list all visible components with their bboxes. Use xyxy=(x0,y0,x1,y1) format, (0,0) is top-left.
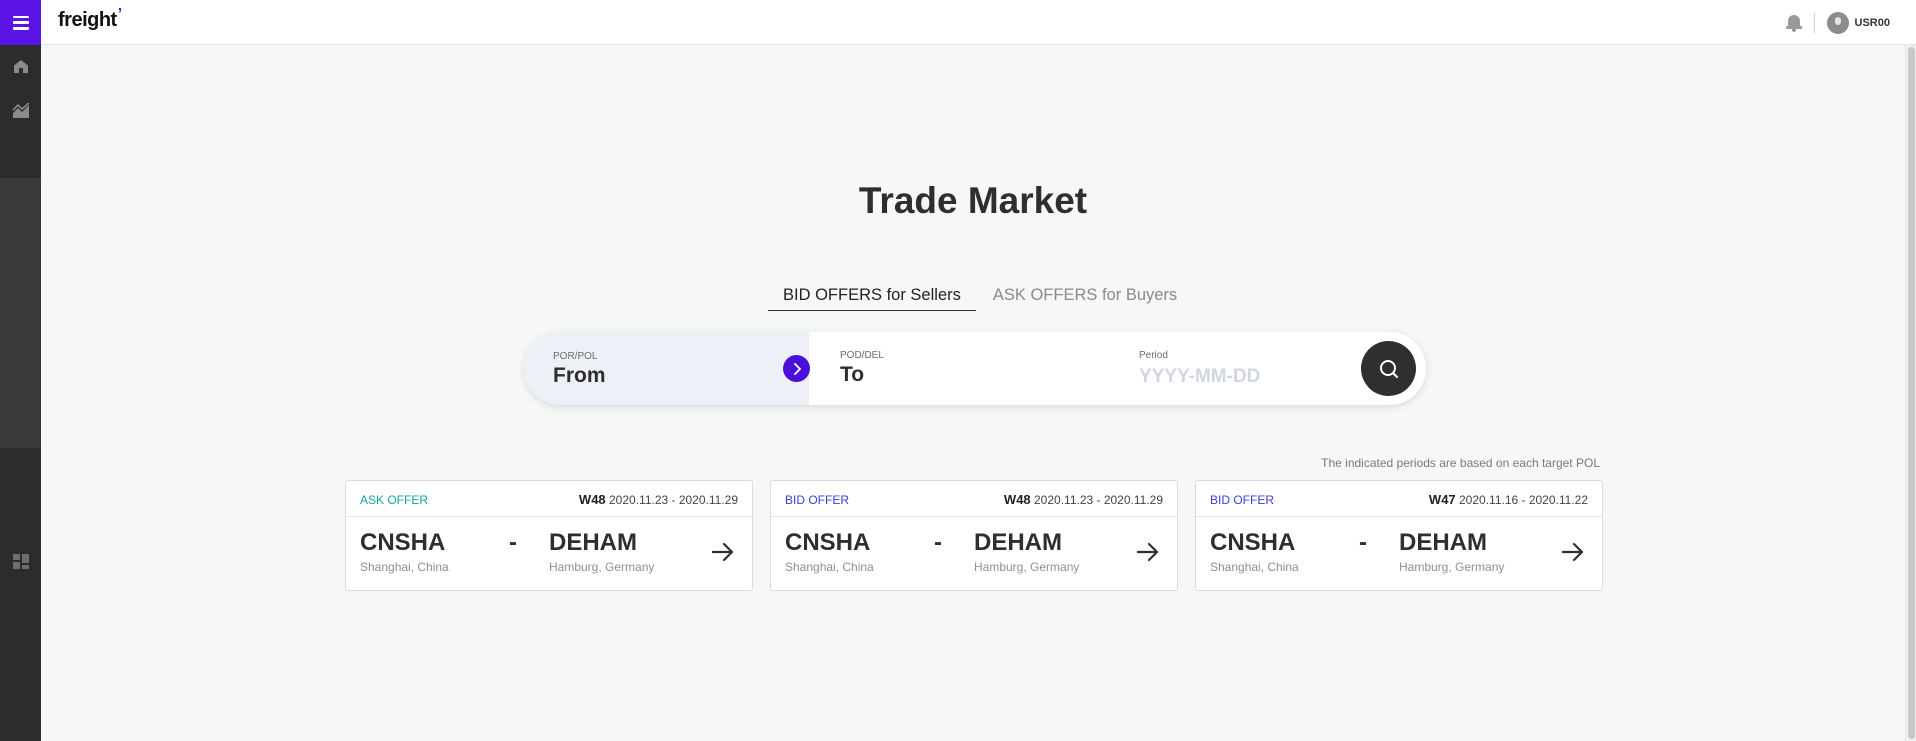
offer-card[interactable]: BID OFFER W48 2020.11.23 - 2020.11.29 CN… xyxy=(770,480,1178,591)
arrow-right-icon[interactable] xyxy=(711,542,734,566)
offer-type: BID OFFER xyxy=(785,493,850,507)
search-icon[interactable] xyxy=(1361,341,1416,396)
home-icon[interactable] xyxy=(0,51,41,81)
destination-city: Hamburg, Germany xyxy=(1399,560,1505,574)
scrollbar[interactable] xyxy=(1905,45,1916,741)
divider xyxy=(1813,12,1815,33)
offer-period: W47 2020.11.16 - 2020.11.22 xyxy=(1429,492,1588,507)
page-title: Trade Market xyxy=(858,180,1088,221)
period-placeholder: YYYY-MM-DD xyxy=(1139,366,1261,387)
offer-period: W48 2020.11.23 - 2020.11.29 xyxy=(579,492,738,507)
logo[interactable]: freight’ xyxy=(58,6,122,32)
top-right-controls: USR00 xyxy=(1785,0,1890,45)
card-header: ASK OFFER W48 2020.11.23 - 2020.11.29 xyxy=(346,481,752,517)
to-field[interactable]: POD/DEL To xyxy=(827,332,1117,405)
date-range: 2020.11.23 - 2020.11.29 xyxy=(609,493,738,507)
offer-period: W48 2020.11.23 - 2020.11.29 xyxy=(1004,492,1163,507)
route-separator: - xyxy=(509,529,517,556)
origin-city: Shanghai, China xyxy=(360,560,449,574)
date-range: 2020.11.16 - 2020.11.22 xyxy=(1459,493,1588,507)
origin-code: CNSHA xyxy=(1210,529,1296,556)
sidebar xyxy=(0,45,41,741)
week: W47 xyxy=(1428,492,1456,507)
bell-icon[interactable] xyxy=(1785,14,1802,32)
period-note: The indicated periods are based on each … xyxy=(1321,456,1600,470)
destination-city: Hamburg, Germany xyxy=(549,560,655,574)
to-label: POD/DEL xyxy=(840,350,884,361)
offer-card[interactable]: ASK OFFER W48 2020.11.23 - 2020.11.29 CN… xyxy=(345,480,753,591)
from-label: POR/POL xyxy=(553,351,598,362)
sidebar-section xyxy=(0,178,41,448)
chevron-right-icon[interactable] xyxy=(783,355,810,382)
logo-mark-icon: ’ xyxy=(117,6,122,23)
destination-code: DEHAM xyxy=(974,529,1062,556)
offer-type: BID OFFER xyxy=(1210,493,1275,507)
offer-card[interactable]: BID OFFER W47 2020.11.16 - 2020.11.22 CN… xyxy=(1195,480,1603,591)
destination-code: DEHAM xyxy=(549,529,637,556)
period-field[interactable]: Period YYYY-MM-DD xyxy=(1124,332,1354,405)
tab-ask-offers[interactable]: ASK OFFERS for Buyers xyxy=(993,286,1192,311)
user-avatar-icon xyxy=(1826,11,1849,34)
card-header: BID OFFER W47 2020.11.16 - 2020.11.22 xyxy=(1196,481,1602,517)
tab-bid-offers[interactable]: BID OFFERS for Sellers xyxy=(768,286,976,311)
week: W48 xyxy=(578,492,606,507)
origin-city: Shanghai, China xyxy=(1210,560,1299,574)
arrow-right-icon[interactable] xyxy=(1136,542,1159,566)
destination-city: Hamburg, Germany xyxy=(974,560,1080,574)
dashboard-icon[interactable] xyxy=(0,546,41,576)
date-range: 2020.11.23 - 2020.11.29 xyxy=(1034,493,1163,507)
origin-code: CNSHA xyxy=(785,529,871,556)
origin-city: Shanghai, China xyxy=(785,560,874,574)
user-name: USR00 xyxy=(1854,16,1890,29)
from-value: From xyxy=(553,364,606,387)
menu-icon[interactable] xyxy=(0,0,41,45)
week: W48 xyxy=(1003,492,1031,507)
offer-tabs: BID OFFERS for Sellers ASK OFFERS for Bu… xyxy=(768,286,1192,311)
user-menu[interactable]: USR00 xyxy=(1826,11,1890,34)
offer-type: ASK OFFER xyxy=(360,493,429,507)
route-separator: - xyxy=(1359,529,1367,556)
card-header: BID OFFER W48 2020.11.23 - 2020.11.29 xyxy=(771,481,1177,517)
origin-code: CNSHA xyxy=(360,529,446,556)
arrow-right-icon[interactable] xyxy=(1561,542,1584,566)
destination-code: DEHAM xyxy=(1399,529,1487,556)
search-bar: POR/POL From POD/DEL To Period YYYY-MM-D… xyxy=(524,332,1426,405)
route-separator: - xyxy=(934,529,942,556)
to-value: To xyxy=(840,363,865,386)
top-bar: freight’ USR00 xyxy=(0,0,1916,45)
logo-text: freight xyxy=(58,9,117,31)
period-label: Period xyxy=(1139,350,1168,361)
chart-icon[interactable] xyxy=(0,96,41,126)
from-field[interactable]: POR/POL From xyxy=(524,332,809,405)
scrollbar-thumb[interactable] xyxy=(1908,47,1915,739)
